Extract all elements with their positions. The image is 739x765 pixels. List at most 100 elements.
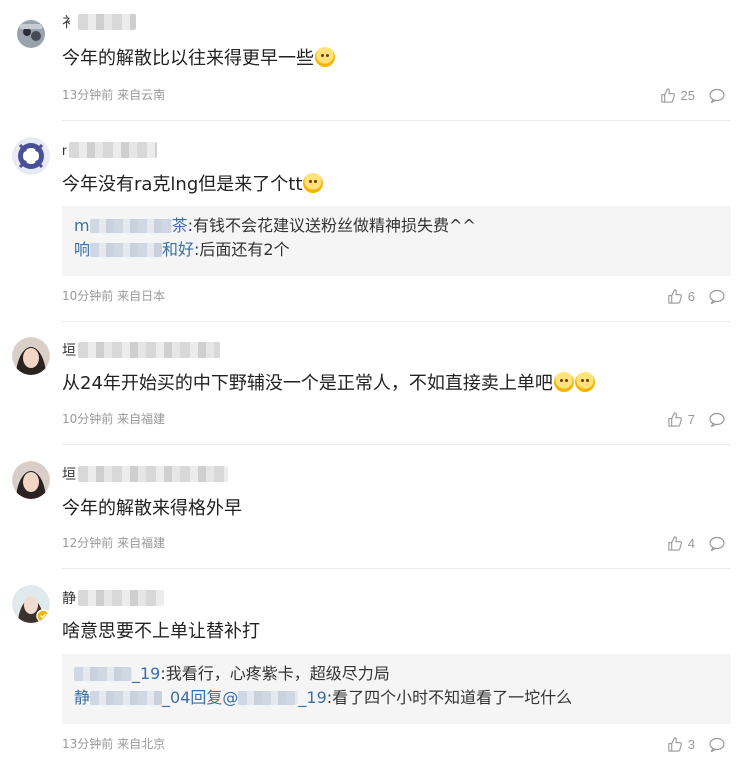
like-button[interactable]: 3: [667, 737, 695, 752]
location: 来自云南: [117, 88, 166, 102]
like-count: 7: [687, 411, 695, 427]
like-button[interactable]: 4: [667, 536, 695, 551]
blurred-author: [90, 243, 163, 257]
like-button[interactable]: 7: [667, 412, 695, 427]
blurred-author: [90, 691, 163, 705]
comment-meta: 10分钟前 来自福建: [62, 411, 165, 427]
like-button[interactable]: 6: [667, 289, 695, 304]
username-text: 静: [62, 590, 76, 606]
reply-author-text: m: [74, 216, 90, 235]
comment-text: 今年没有ra克lng但是来了个tt: [62, 173, 324, 197]
location: 来自福建: [117, 536, 166, 550]
comment-actions: 3: [667, 736, 725, 752]
thumbs-up-icon: [667, 736, 682, 752]
reply-row: 响 和好:后面还有2个: [74, 238, 719, 262]
timestamp: 10分钟前: [62, 412, 114, 426]
username[interactable]: 静: [62, 588, 164, 608]
reply-box: _19:我看行，心疼紫卡，超级尽力局 静 _04回复@ _19:看了四个小时不知道看…: [62, 654, 731, 724]
reply-author-text: 静: [74, 688, 91, 707]
avatar[interactable]: [12, 137, 50, 175]
username-text: 垣: [62, 342, 76, 358]
comment-bubble-icon[interactable]: [709, 737, 725, 752]
like-count: 4: [687, 535, 695, 551]
comment-text-content: 今年没有ra克lng但是来了个tt: [62, 174, 303, 195]
username-text: 垣: [62, 466, 76, 482]
divider: [62, 120, 731, 121]
like-count: 3: [687, 736, 695, 752]
thumbs-up-icon: [667, 288, 682, 304]
reply-author[interactable]: m茶: [74, 216, 188, 235]
comment-actions: 6: [667, 288, 725, 304]
reply-box: m 茶:有钱不会花建议送粉丝做精神损失费^^ 响和好:后面还有2个: [62, 206, 731, 276]
comment-actions: 4: [667, 535, 725, 551]
reply-author[interactable]: 静 _04回复@ _19: [74, 688, 327, 707]
username-text: r: [62, 142, 67, 158]
comment-meta: 10分钟前 来自日本: [62, 288, 165, 304]
timestamp: 13分钟前: [62, 88, 114, 102]
comment-actions: 25: [660, 87, 725, 103]
comment-meta: 13分钟前 来自云南: [62, 87, 165, 103]
reply-text: :有钱不会花建议送粉丝做精神损失费^^: [187, 216, 476, 235]
blurred-username: [78, 466, 228, 482]
comment-text: 从24年开始买的中下野辅没一个是正常人，不如直接卖上单吧: [62, 372, 595, 396]
reply-row: _19:我看行，心疼紫卡，超级尽力局: [74, 662, 719, 686]
like-count: 6: [687, 288, 695, 304]
avatar[interactable]: [12, 461, 50, 499]
reply-text: :看了四个小时不知道看了一坨什么: [326, 688, 573, 707]
timestamp: 10分钟前: [62, 289, 114, 303]
username[interactable]: r: [62, 140, 157, 160]
comment-text: 啥意思要不上单让替补打: [62, 620, 260, 644]
comment-bubble-icon[interactable]: [709, 412, 725, 427]
blurred-username: [78, 590, 164, 606]
divider: [62, 444, 731, 445]
emoji-icon: [303, 173, 324, 193]
comment-text-content: 今年的解散来得格外早: [62, 498, 242, 519]
avatar[interactable]: [12, 14, 50, 52]
thumbs-up-icon: [667, 411, 682, 427]
blurred-username: [78, 342, 220, 358]
timestamp: 13分钟前: [62, 737, 114, 751]
comment-meta: 12分钟前 来自福建: [62, 535, 165, 551]
comment-meta: 13分钟前 来自北京: [62, 736, 165, 752]
comment-bubble-icon[interactable]: [709, 88, 725, 103]
avatar[interactable]: [12, 585, 50, 623]
reply-author-tail: _19: [298, 688, 327, 707]
emoji-icon: [574, 372, 595, 392]
reply-author[interactable]: 响 和好: [74, 240, 194, 259]
comment-text-content: 今年的解散比以往来得更早一些: [62, 48, 314, 69]
reply-text: :后面还有2个: [194, 240, 290, 259]
location: 来自北京: [117, 737, 166, 751]
comment-bubble-icon[interactable]: [709, 536, 725, 551]
comment-text: 今年的解散比以往来得更早一些: [62, 47, 335, 71]
comment-bubble-icon[interactable]: [709, 289, 725, 304]
reply-author[interactable]: _19: [74, 664, 160, 683]
emoji-icon: [315, 47, 335, 67]
username-text: 衤: [62, 14, 76, 30]
comment-actions: 7: [667, 411, 725, 427]
reply-row: 静 _04回复@ _19:看了四个小时不知道看了一坨什么: [74, 686, 719, 710]
comment-text-content: 从24年开始买的中下野辅没一个是正常人，不如直接卖上单吧: [62, 373, 553, 394]
like-count: 25: [680, 87, 695, 103]
reply-author-tail: 茶: [171, 216, 188, 235]
reply-author-tail: _19: [132, 664, 161, 683]
location: 来自日本: [117, 289, 166, 303]
reply-row: m 茶:有钱不会花建议送粉丝做精神损失费^^: [74, 214, 719, 238]
divider: [62, 568, 731, 569]
emoji-icon: [553, 372, 574, 392]
reply-author-tail: 和好: [162, 240, 195, 259]
like-button[interactable]: 25: [660, 88, 695, 103]
timestamp: 12分钟前: [62, 536, 114, 550]
username[interactable]: 衤: [62, 12, 136, 32]
thumbs-up-icon: [660, 87, 675, 103]
username[interactable]: 垣: [62, 340, 220, 360]
divider: [62, 321, 731, 322]
blurred-username: [78, 14, 136, 30]
blurred-author: [238, 691, 299, 705]
thumbs-up-icon: [667, 535, 682, 551]
avatar[interactable]: [12, 337, 50, 375]
reply-author-text: 响: [74, 240, 91, 259]
comment-text-content: 啥意思要不上单让替补打: [62, 621, 260, 642]
blurred-author: [74, 667, 132, 681]
location: 来自福建: [117, 412, 166, 426]
username[interactable]: 垣: [62, 464, 228, 484]
